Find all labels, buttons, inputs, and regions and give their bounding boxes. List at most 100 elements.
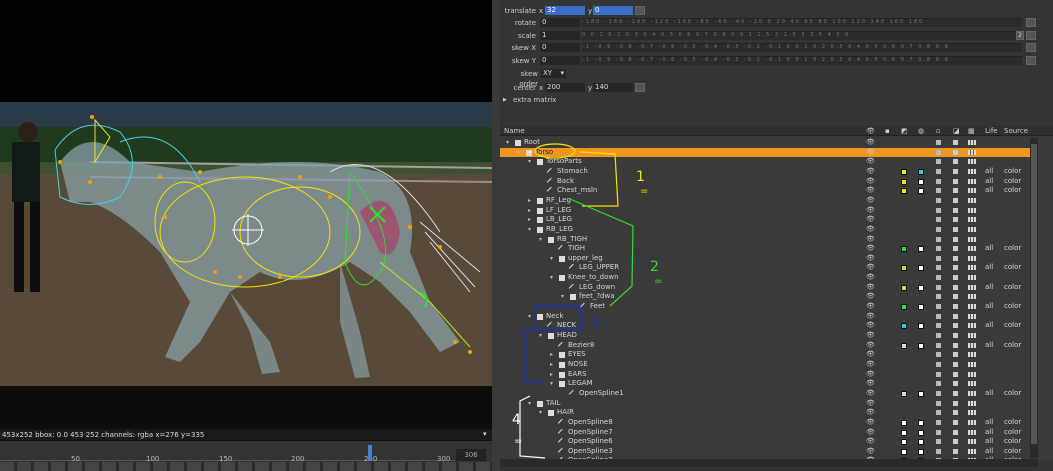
skew-y-slider[interactable]: -1 -0.9 -0.8 -0.7 -0.6 -0.5 -0.4 -0.3 -0… <box>582 56 1022 65</box>
overlay-swatch[interactable] <box>918 246 924 253</box>
rotate-field[interactable]: 0 <box>540 18 580 27</box>
visibility-eye-icon[interactable]: 👁 <box>866 447 875 457</box>
overlay-swatch[interactable] <box>918 284 924 291</box>
tree-leaf-row[interactable]: LEG_UPPER 👁 all color <box>500 263 1030 273</box>
invert-toggle-icon[interactable] <box>936 419 941 425</box>
blend-toggle-icon[interactable] <box>953 236 958 242</box>
life-value[interactable]: all <box>985 283 993 293</box>
curve-icon[interactable] <box>1026 18 1036 27</box>
blend-toggle-icon[interactable] <box>953 226 958 232</box>
visibility-eye-icon[interactable]: 👁 <box>866 177 875 187</box>
motionblur-toggle-icon[interactable] <box>968 255 976 261</box>
collapse-arrow-icon[interactable]: ▾ <box>517 148 520 158</box>
translate-y-field[interactable]: 0 <box>593 6 633 15</box>
color-swatch[interactable] <box>901 323 907 330</box>
invert-toggle-icon[interactable] <box>936 217 941 223</box>
curve-icon[interactable] <box>635 6 645 15</box>
tree-layer-row[interactable]: ▾ LEGAM 👁 <box>500 379 1030 389</box>
invert-toggle-icon[interactable] <box>936 246 941 252</box>
visibility-eye-icon[interactable]: 👁 <box>866 321 875 331</box>
tree-layer-row[interactable]: ▸ NOSE 👁 <box>500 360 1030 370</box>
tree-layer-row[interactable]: ▾ upper_leg 👁 <box>500 254 1030 264</box>
tree-leaf-row[interactable]: OpenSpline6 👁 all color <box>500 437 1030 447</box>
life-value[interactable]: all <box>985 186 993 196</box>
panel-divider[interactable] <box>492 0 500 471</box>
visibility-eye-icon[interactable]: 👁 <box>866 428 875 438</box>
timeline-ruler[interactable]: 50 100 150 200 250 300 <box>0 441 455 463</box>
invert-toggle-icon[interactable] <box>936 255 941 261</box>
scale-split-button[interactable]: 2 <box>1016 31 1024 40</box>
name-column-header[interactable]: Name <box>504 127 525 135</box>
visibility-eye-icon[interactable]: 👁 <box>866 138 875 148</box>
invert-toggle-icon[interactable] <box>936 304 941 310</box>
blend-toggle-icon[interactable] <box>953 207 958 213</box>
overlay-header-icon[interactable]: ◍ <box>918 127 924 135</box>
motionblur-toggle-icon[interactable] <box>968 381 976 387</box>
blend-toggle-icon[interactable] <box>953 448 958 454</box>
color-swatch[interactable] <box>901 246 907 253</box>
invert-toggle-icon[interactable] <box>936 265 941 271</box>
overlay-swatch[interactable] <box>918 323 924 330</box>
source-value[interactable]: color <box>1004 389 1021 399</box>
motionblur-toggle-icon[interactable] <box>968 217 976 223</box>
playback-controls[interactable] <box>0 462 492 471</box>
color-swatch[interactable] <box>901 342 907 349</box>
visibility-eye-icon[interactable]: 👁 <box>866 302 875 312</box>
curve-icon[interactable] <box>1026 31 1036 40</box>
blend-toggle-icon[interactable] <box>953 429 958 435</box>
visibility-eye-icon[interactable]: 👁 <box>866 186 875 196</box>
visibility-eye-icon[interactable]: 👁 <box>866 360 875 370</box>
overlay-swatch[interactable] <box>918 304 924 311</box>
blend-toggle-icon[interactable] <box>953 352 958 358</box>
invert-toggle-icon[interactable] <box>936 361 941 367</box>
color-swatch[interactable] <box>901 168 907 175</box>
tree-leaf-row[interactable]: Chest_msln 👁 all color <box>500 186 1030 196</box>
overlay-swatch[interactable] <box>918 429 924 436</box>
blend-toggle-icon[interactable] <box>953 323 958 329</box>
source-value[interactable]: color <box>1004 167 1021 177</box>
motionblur-toggle-icon[interactable] <box>968 178 976 184</box>
expand-arrow-icon[interactable]: ▸ <box>550 350 553 360</box>
motionblur-toggle-icon[interactable] <box>968 410 976 416</box>
blend-toggle-icon[interactable] <box>953 168 958 174</box>
invert-toggle-icon[interactable] <box>936 352 941 358</box>
motionblur-toggle-icon[interactable] <box>968 246 976 252</box>
blend-toggle-icon[interactable] <box>953 246 958 252</box>
source-value[interactable]: color <box>1004 302 1021 312</box>
invert-toggle-icon[interactable] <box>936 226 941 232</box>
collapse-arrow-icon[interactable]: ▾ <box>539 408 542 418</box>
visibility-eye-icon[interactable]: 👁 <box>866 389 875 399</box>
blend-toggle-icon[interactable] <box>953 333 958 338</box>
motionblur-toggle-icon[interactable] <box>968 439 976 445</box>
color-swatch[interactable] <box>901 178 907 185</box>
curve-icon[interactable] <box>635 83 645 92</box>
blend-toggle-icon[interactable] <box>953 304 958 310</box>
blend-toggle-icon[interactable] <box>953 275 958 281</box>
translate-x-field[interactable]: 32 <box>545 6 585 15</box>
invert-toggle-icon[interactable] <box>936 323 941 329</box>
life-value[interactable]: all <box>985 447 993 457</box>
collapse-arrow-icon[interactable]: ▾ <box>528 157 531 167</box>
blend-toggle-icon[interactable] <box>953 390 958 396</box>
visibility-eye-icon[interactable]: 👁 <box>866 225 875 235</box>
tree-layer-row[interactable]: ▸ LB_LEG 👁 <box>500 215 1030 225</box>
source-value[interactable]: color <box>1004 418 1021 428</box>
blend-header-icon[interactable]: ◪ <box>953 127 960 135</box>
tree-layer-row[interactable]: ▸ LF_LEG 👁 <box>500 206 1030 216</box>
motionblur-header-icon[interactable]: ▦ <box>968 127 975 135</box>
visibility-eye-icon[interactable]: 👁 <box>866 408 875 418</box>
visibility-eye-icon[interactable]: 👁 <box>866 350 875 360</box>
invert-toggle-icon[interactable] <box>936 294 941 300</box>
tree-layer-row[interactable]: ▾ HAIR 👁 <box>500 408 1030 418</box>
life-value[interactable]: all <box>985 167 993 177</box>
collapse-arrow-icon[interactable]: ▾ <box>528 225 531 235</box>
invert-toggle-icon[interactable] <box>936 342 941 348</box>
tree-layer-row[interactable]: ▾ Root 👁 <box>500 138 1030 148</box>
skew-y-field[interactable]: 0 <box>540 56 580 65</box>
motionblur-toggle-icon[interactable] <box>968 294 976 300</box>
blend-toggle-icon[interactable] <box>953 342 958 348</box>
visibility-eye-icon[interactable]: 👁 <box>866 370 875 380</box>
skew-order-dropdown[interactable]: XY ▾ <box>541 69 566 78</box>
motionblur-toggle-icon[interactable] <box>968 342 976 348</box>
collapse-arrow-icon[interactable]: ▾ <box>539 235 542 245</box>
